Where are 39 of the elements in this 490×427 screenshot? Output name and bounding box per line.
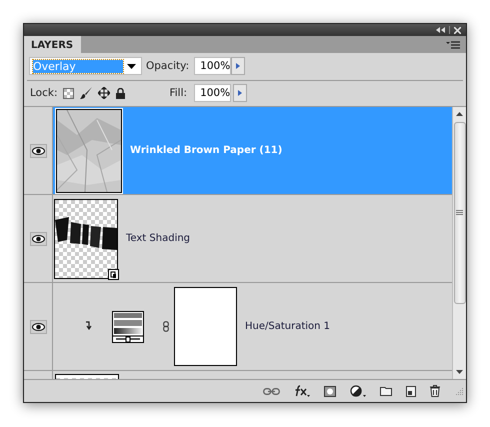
opacity-label: Opacity: — [146, 60, 190, 72]
layer-row[interactable]: Hue/Saturation 1 — [53, 283, 452, 370]
layer-name: Wrinkled Brown Paper (11) — [130, 145, 282, 156]
menu-icon[interactable] — [446, 40, 460, 48]
fill-slider-button[interactable] — [233, 84, 248, 102]
lock-transparency-icon[interactable] — [63, 88, 74, 98]
fill-label: Fill: — [169, 87, 188, 99]
lock-icon[interactable] — [116, 88, 126, 98]
smart-object-icon — [108, 268, 119, 280]
folder-icon[interactable] — [380, 386, 392, 396]
opacity-field[interactable]: 100% — [194, 57, 232, 75]
eye-icon[interactable] — [30, 232, 46, 246]
move-icon[interactable] — [98, 87, 110, 99]
eye-icon[interactable] — [30, 320, 46, 334]
fx-icon[interactable] — [294, 385, 310, 397]
fill-field[interactable]: 100% — [194, 84, 232, 102]
close-icon[interactable] — [454, 26, 461, 34]
play-arrow-icon — [236, 63, 240, 69]
collapse-icon[interactable] — [436, 27, 445, 33]
play-arrow-icon — [238, 90, 242, 96]
new-layer-icon[interactable] — [406, 386, 416, 396]
caret-icon — [127, 64, 136, 68]
mask-icon[interactable] — [324, 386, 336, 396]
scrollbar-thumb[interactable] — [454, 122, 466, 304]
scroll-up-icon[interactable] — [456, 112, 463, 116]
layer-name: Text Shading — [126, 233, 190, 244]
link-layers-icon[interactable] — [263, 388, 280, 394]
adjustment-layer-icon[interactable] — [350, 385, 366, 397]
hue-saturation-icon — [112, 310, 144, 342]
lock-label: Lock: — [30, 87, 58, 99]
panel-tab[interactable]: LAYERS — [24, 36, 82, 53]
opacity-slider-button[interactable] — [231, 57, 246, 75]
eye-icon[interactable] — [30, 144, 46, 158]
brush-icon[interactable] — [80, 87, 92, 99]
layer-name: Hue/Saturation 1 — [245, 321, 330, 332]
scroll-down-icon[interactable] — [456, 370, 463, 374]
trash-icon[interactable] — [430, 385, 440, 397]
link-icon — [163, 321, 169, 332]
layer-row[interactable]: Text Shading — [53, 195, 452, 282]
